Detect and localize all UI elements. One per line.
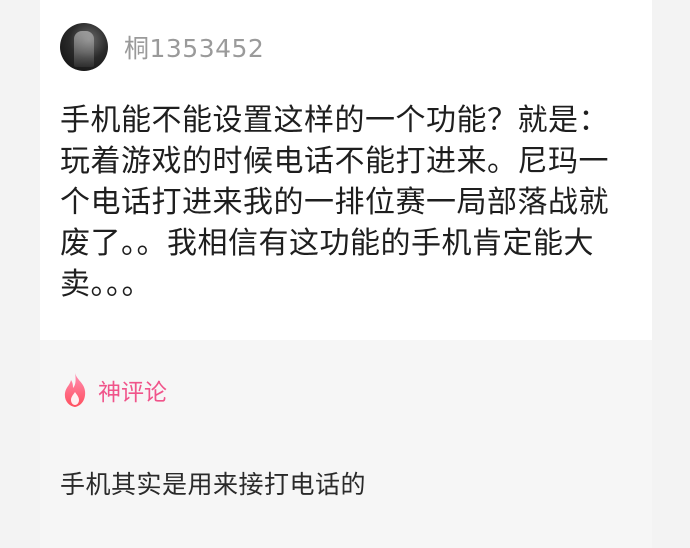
hot-comment-header: 神评论: [60, 372, 167, 408]
avatar[interactable]: [60, 23, 108, 71]
hot-comment-text: 手机其实是用来接打电话的: [60, 470, 367, 499]
post-text: 手机能不能设置这样的一个功能？就是：玩着游戏的时候电话不能打进来。尼玛一个电话打…: [60, 103, 609, 302]
page: 桐1353452 手机能不能设置这样的一个功能？就是：玩着游戏的时候电话不能打进…: [0, 0, 690, 548]
hot-comment-label: 神评论: [98, 380, 167, 406]
post-card: 桐1353452 手机能不能设置这样的一个功能？就是：玩着游戏的时候电话不能打进…: [40, 0, 652, 548]
post-header: 桐1353452: [60, 22, 264, 72]
username[interactable]: 桐1353452: [124, 29, 264, 65]
flame-icon: [64, 373, 86, 407]
